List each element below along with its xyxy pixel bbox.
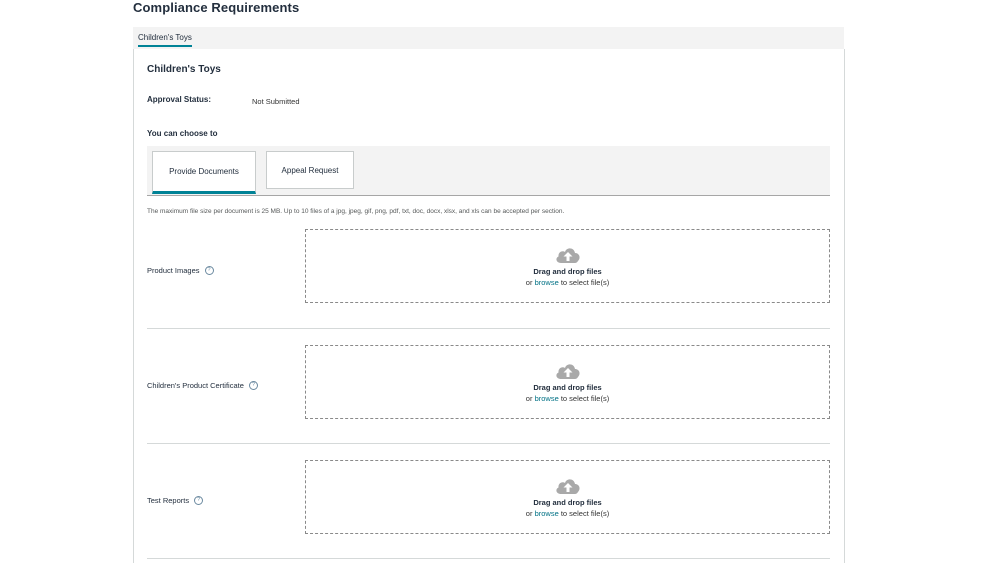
- upload-label-childrens-product-certificate: Children's Product Certificate ?: [147, 381, 258, 390]
- select-files-text: to select file(s): [560, 277, 610, 287]
- dropzone-test-reports[interactable]: Drag and drop files or browse to select …: [305, 460, 830, 534]
- or-text: or: [525, 393, 533, 403]
- select-files-text: to select file(s): [560, 393, 610, 403]
- upload-label-text: Product Images: [147, 266, 200, 275]
- page-title: Compliance Requirements: [133, 0, 300, 15]
- drag-drop-text: Drag and drop files: [533, 382, 602, 392]
- approval-status-label: Approval Status:: [147, 95, 212, 104]
- cloud-upload-icon: [555, 363, 580, 379]
- or-text: or: [525, 508, 533, 518]
- divider: [147, 558, 830, 559]
- approval-status-value: Not Submitted: [252, 97, 300, 106]
- cloud-upload-icon: [555, 247, 580, 263]
- drag-drop-text: Drag and drop files: [533, 266, 602, 276]
- upload-label-product-images: Product Images ?: [147, 266, 214, 275]
- section-title: Children's Toys: [147, 64, 221, 75]
- dropzone-product-images[interactable]: Drag and drop files or browse to select …: [305, 229, 830, 303]
- browse-link[interactable]: browse: [535, 509, 559, 518]
- help-icon[interactable]: ?: [194, 496, 204, 505]
- upload-label-text: Test Reports: [147, 496, 190, 505]
- browse-line: or browse to select file(s): [526, 508, 609, 519]
- upload-label-test-reports: Test Reports ?: [147, 496, 204, 505]
- cloud-upload-icon: [555, 478, 580, 494]
- tab-appeal-request[interactable]: Appeal Request: [266, 151, 354, 189]
- tab-childrens-toys[interactable]: Children's Toys: [138, 33, 192, 47]
- upload-label-text: Children's Product Certificate: [147, 381, 244, 390]
- dropzone-childrens-product-certificate[interactable]: Drag and drop files or browse to select …: [305, 345, 830, 419]
- browse-link[interactable]: browse: [535, 394, 559, 403]
- help-icon[interactable]: ?: [204, 266, 214, 275]
- browse-line: or browse to select file(s): [526, 393, 609, 404]
- choose-label: You can choose to: [147, 129, 218, 138]
- divider: [147, 328, 830, 329]
- browse-line: or browse to select file(s): [526, 277, 609, 288]
- tab-provide-documents[interactable]: Provide Documents: [152, 151, 256, 194]
- or-text: or: [525, 277, 533, 287]
- file-size-hint: The maximum file size per document is 25…: [147, 208, 565, 215]
- drag-drop-text: Drag and drop files: [533, 497, 602, 507]
- browse-link[interactable]: browse: [535, 278, 559, 287]
- top-tab-bar: Children's Toys: [133, 27, 844, 50]
- divider: [147, 443, 830, 444]
- help-icon[interactable]: ?: [248, 381, 258, 390]
- select-files-text: to select file(s): [560, 508, 610, 518]
